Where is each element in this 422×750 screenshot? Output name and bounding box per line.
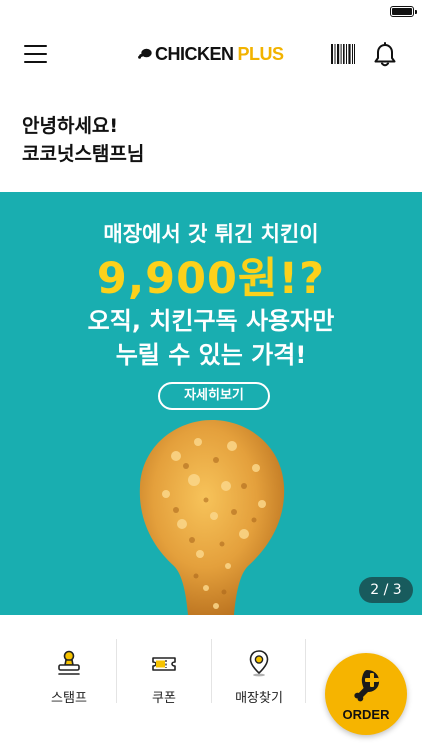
logo-word-chicken: CHICKEN [155, 43, 234, 64]
menu-button[interactable] [24, 44, 48, 64]
banner-subtext: 오직, 치킨구독 사용자만 누릴 수 있는 가격! [0, 304, 422, 372]
banner-pager: 2 / 3 [359, 577, 413, 603]
promo-banner[interactable]: 매장에서 갓 튀긴 치킨이 9,900원!? 오직, 치킨구독 사용자만 누릴 … [0, 192, 422, 615]
barcode-icon [331, 44, 355, 64]
stamp-menu-item[interactable]: 스탬프 [22, 637, 116, 707]
notification-button[interactable] [373, 42, 397, 68]
stamp-icon [58, 650, 80, 675]
greeting-section: 안녕하세요! 코코넛스탬프님 [22, 112, 144, 168]
location-pin-icon [249, 650, 269, 677]
brand-logo: CHICKEN PLUS [138, 42, 284, 66]
order-button[interactable]: ORDER [325, 653, 407, 735]
store-finder-menu-item[interactable]: 매장찾기 [212, 637, 306, 707]
bell-icon [374, 42, 396, 67]
drumstick-logo-icon [138, 48, 152, 59]
fried-chicken-image [139, 420, 285, 615]
store-finder-label: 매장찾기 [235, 691, 283, 706]
status-bar [0, 0, 422, 22]
coupon-icon [152, 657, 176, 671]
drumstick-plus-icon [354, 670, 380, 702]
banner-price: 9,900원!? [96, 254, 326, 304]
greeting-line: 안녕하세요! [22, 115, 119, 137]
banner-subtext-line1: 오직, 치킨구독 사용자만 [87, 307, 335, 335]
banner-subtext-line2: 누릴 수 있는 가격! [115, 341, 307, 369]
barcode-button[interactable] [331, 43, 355, 65]
stamp-label: 스탬프 [51, 691, 87, 706]
coupon-label: 쿠폰 [152, 691, 176, 706]
app-header: CHICKEN PLUS [0, 30, 422, 80]
user-name: 코코넛스탬프님 [22, 143, 145, 165]
detail-button[interactable]: 자세히보기 [158, 382, 270, 410]
order-label: ORDER [342, 707, 390, 722]
logo-word-plus: PLUS [237, 43, 285, 64]
battery-icon [390, 6, 417, 17]
coupon-menu-item[interactable]: 쿠폰 [117, 637, 211, 707]
divider [305, 639, 306, 703]
